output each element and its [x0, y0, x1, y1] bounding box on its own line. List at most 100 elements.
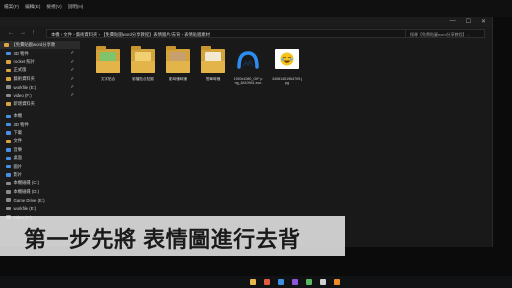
address-bar[interactable]: 本機 › 文件 › 藝術資料夾 › 【免費貼圖word分享教程】表情圖片/去背 …: [46, 29, 446, 38]
this-pc-item[interactable]: 桌面: [0, 154, 80, 162]
this-pc-item-label: 下載: [13, 130, 23, 136]
app-icon[interactable]: [334, 279, 340, 285]
desktop-icon: [6, 156, 11, 161]
quick-access-item-label: 【免費貼圖word分享教: [11, 42, 56, 48]
folder-icon: [6, 77, 11, 81]
quick-access-item-label: 新增資料夾: [13, 100, 35, 106]
quick-access-item[interactable]: 3D 物件 ✐: [0, 49, 80, 57]
drive-icon: [6, 198, 11, 202]
file-name: 影檔貼合貼圖: [132, 77, 154, 81]
this-pc-item[interactable]: 文件: [0, 137, 80, 145]
pin-icon[interactable]: ✐: [71, 67, 74, 72]
this-pc-item[interactable]: 音樂: [0, 146, 80, 154]
drive-icon: [6, 206, 11, 211]
window-controls: — ☐ ✕: [450, 18, 486, 25]
taskbar: [0, 276, 512, 288]
quick-access-item-label: workfile (E:): [13, 84, 37, 90]
menu-help[interactable]: 說明(H): [68, 4, 84, 10]
quick-access-item[interactable]: 新增資料夾: [0, 100, 80, 108]
drive-icon: [6, 181, 11, 186]
app-icon[interactable]: [320, 279, 326, 285]
quick-access-item[interactable]: video (F:) ✐: [0, 91, 80, 99]
folder-icon: [6, 68, 11, 73]
close-icon[interactable]: ✕: [481, 18, 486, 25]
app-icon[interactable]: [292, 279, 298, 285]
file-name: 文字貼合: [100, 77, 116, 81]
folder-icon: [131, 45, 155, 75]
this-pc-item[interactable]: 下載: [0, 129, 80, 137]
quick-access-item[interactable]: 藝術資料夾 ✐: [0, 75, 80, 83]
this-pc-item[interactable]: 影片: [0, 171, 80, 179]
picture-icon: [6, 164, 11, 169]
menu-file[interactable]: 檔案(F): [4, 4, 19, 10]
menu-edit[interactable]: 編輯(E): [25, 4, 40, 10]
pin-icon[interactable]: ✐: [71, 50, 74, 55]
this-pc-item[interactable]: 圖片: [0, 162, 80, 170]
search-input[interactable]: 搜尋【免費貼圖word分享教程】...: [405, 29, 485, 38]
logo-thumbnail-icon: [236, 45, 260, 75]
file-item[interactable]: 影時鐘時鐘: [163, 45, 193, 81]
pin-icon[interactable]: ✐: [71, 84, 74, 89]
browser-icon[interactable]: [264, 279, 270, 285]
forward-arrow-icon[interactable]: →: [20, 30, 26, 36]
taskbar-icons: [250, 279, 340, 285]
download-icon: [6, 131, 11, 135]
app-icon[interactable]: [306, 279, 312, 285]
title-bar: — ☐ ✕: [0, 17, 492, 27]
folder-icon: [4, 43, 9, 47]
folder-icon: [166, 45, 190, 75]
this-pc-item-label: 3D 物件: [13, 121, 29, 127]
up-arrow-icon[interactable]: ↑: [32, 30, 35, 36]
back-arrow-icon[interactable]: ←: [8, 30, 14, 36]
video-icon: [6, 173, 11, 177]
file-item[interactable]: 影檔貼合貼圖: [128, 45, 158, 81]
file-item[interactable]: 文字貼合: [93, 45, 123, 81]
pc-icon: [6, 114, 11, 119]
pin-icon[interactable]: ✐: [71, 59, 74, 64]
quick-access-item[interactable]: 【免費貼圖word分享教: [0, 41, 80, 50]
file-item[interactable]: 1920x1080_GIF png_8410941.eco: [233, 45, 263, 85]
doc-icon: [6, 139, 11, 144]
quick-access-item-label: 藝術資料夾: [13, 75, 35, 81]
minimize-icon[interactable]: —: [450, 18, 456, 25]
this-pc-item[interactable]: 3D 物件: [0, 121, 80, 129]
file-explorer-window: — ☐ ✕ ← → ↑ 本機 › 文件 › 藝術資料夾 › 【免費貼圖word分…: [0, 17, 493, 247]
drive-icon: [6, 93, 11, 98]
menu-row: 檔案(F) 編輯(E) 檢視(V) 說明(H): [4, 4, 83, 10]
quick-access-item-label: rocket 照片: [13, 58, 36, 64]
file-name: 影時鐘時鐘: [169, 77, 187, 81]
menu-view[interactable]: 檢視(V): [46, 4, 61, 10]
this-pc-item[interactable]: workfile (E:): [0, 204, 80, 212]
maximize-icon[interactable]: ☐: [466, 18, 471, 25]
pin-icon[interactable]: ✐: [71, 76, 74, 81]
quick-access-item[interactable]: 正式版 ✐: [0, 66, 80, 74]
this-pc-item-label: 音樂: [13, 146, 23, 152]
this-pc-item-label: 本機: [13, 113, 23, 119]
this-pc-item-label: 圖片: [13, 163, 23, 169]
folder-icon: [201, 45, 225, 75]
file-item[interactable]: 簡單時鐘: [198, 45, 228, 81]
this-pc-item-label: 文件: [13, 138, 23, 144]
this-pc-item[interactable]: 本機磁碟 (D:): [0, 188, 80, 196]
quick-access-item[interactable]: rocket 照片 ✐: [0, 58, 80, 66]
this-pc-item[interactable]: 本機磁碟 (C:): [0, 179, 80, 187]
quick-access-item-label: 3D 物件: [13, 50, 29, 56]
file-name: 34081451964709.jpg: [272, 77, 302, 86]
app-icon[interactable]: [278, 279, 284, 285]
this-pc-item-label: 影片: [13, 172, 23, 178]
this-pc-item-label: 桌面: [13, 155, 23, 161]
top-menubar: 檔案(F) 編輯(E) 檢視(V) 說明(H): [0, 0, 512, 17]
folder-icon: [6, 60, 11, 64]
this-pc-item[interactable]: Game Drive (E:): [0, 196, 80, 204]
file-name: 簡單時鐘: [205, 77, 221, 81]
file-item[interactable]: 34081451964709.jpg: [272, 45, 302, 85]
pin-icon[interactable]: ✐: [71, 92, 74, 97]
drive-icon: [6, 85, 11, 89]
music-icon: [6, 148, 11, 152]
cube-icon: [6, 122, 11, 127]
quick-access-item[interactable]: workfile (E:) ✐: [0, 83, 80, 91]
subtitle-text: 第一步先將 表情圖進行去背: [24, 227, 301, 252]
file-explorer-icon[interactable]: [250, 279, 256, 285]
this-pc-item[interactable]: 本機: [0, 112, 80, 120]
quick-access-item-label: video (F:): [13, 93, 32, 99]
